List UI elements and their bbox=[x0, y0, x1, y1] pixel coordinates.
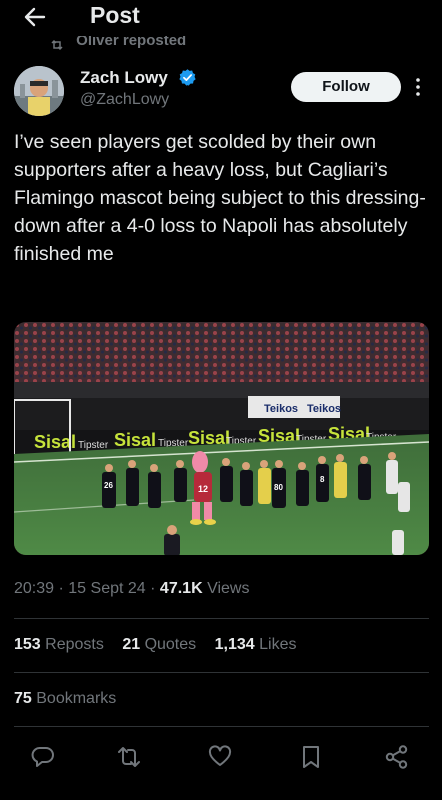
views-count: 47.1K bbox=[159, 580, 203, 597]
tweet-media-image[interactable]: Teikos Teikos Sisal Tipster Sisal Tipste… bbox=[14, 322, 429, 555]
avatar[interactable] bbox=[14, 66, 64, 116]
divider bbox=[14, 672, 429, 673]
bookmarks-count: 75 bbox=[14, 690, 32, 707]
divider bbox=[14, 726, 429, 727]
media-label: 12 bbox=[198, 484, 208, 494]
author-handle[interactable]: @ZachLowy bbox=[80, 91, 169, 109]
tweet-meta: 20:39 · 15 Sept 24 · 47.1K Views bbox=[14, 580, 250, 597]
page-title: Post bbox=[90, 2, 140, 28]
media-label: Tipster bbox=[78, 440, 109, 451]
repost-icon bbox=[51, 39, 63, 51]
tweet-text: I’ve seen players get scolded by their o… bbox=[14, 131, 426, 265]
reply-icon[interactable] bbox=[30, 744, 56, 770]
media-label: Sisal bbox=[114, 430, 156, 450]
quotes-count: 21 bbox=[122, 636, 141, 653]
verified-badge-icon bbox=[179, 69, 196, 86]
reposts-label: Reposts bbox=[45, 636, 104, 653]
likes-count: 1,134 bbox=[214, 636, 255, 653]
quotes-stat[interactable]: 21 Quotes bbox=[122, 636, 196, 653]
tweet-time[interactable]: 20:39 bbox=[14, 580, 54, 597]
bookmark-icon[interactable] bbox=[298, 744, 324, 770]
reposts-stat[interactable]: 153 Reposts bbox=[14, 636, 104, 653]
follow-button[interactable]: Follow bbox=[291, 72, 401, 102]
engagement-stats: 153 Reposts 21 Quotes 1,134 Likes bbox=[14, 636, 310, 654]
media-label: 80 bbox=[274, 483, 283, 492]
tweet-date[interactable]: 15 Sept 24 bbox=[68, 580, 145, 597]
views-label: Views bbox=[207, 580, 250, 597]
media-label: Teikos bbox=[264, 403, 298, 415]
bookmarks-stat[interactable]: 75 Bookmarks bbox=[14, 690, 116, 708]
bookmarks-label: Bookmarks bbox=[36, 690, 117, 707]
top-bar: Post bbox=[0, 0, 442, 36]
quotes-label: Quotes bbox=[144, 636, 197, 653]
likes-stat[interactable]: 1,134 Likes bbox=[215, 636, 297, 653]
media-label: 26 bbox=[104, 481, 113, 490]
media-label: 8 bbox=[320, 475, 325, 484]
like-icon[interactable] bbox=[207, 744, 233, 770]
media-label: Teikos bbox=[307, 403, 341, 415]
repost-text: Oliver reposted bbox=[76, 36, 187, 49]
likes-label: Likes bbox=[259, 636, 297, 653]
avatar-image bbox=[14, 66, 64, 116]
repost-context[interactable]: Oliver reposted bbox=[50, 36, 186, 52]
back-arrow-icon[interactable] bbox=[22, 4, 48, 30]
retweet-icon[interactable] bbox=[116, 744, 142, 770]
author-name[interactable]: Zach Lowy bbox=[80, 68, 168, 88]
share-icon[interactable] bbox=[384, 744, 410, 770]
divider bbox=[14, 618, 429, 619]
more-options-icon[interactable] bbox=[414, 76, 422, 98]
reposts-count: 153 bbox=[14, 636, 41, 653]
